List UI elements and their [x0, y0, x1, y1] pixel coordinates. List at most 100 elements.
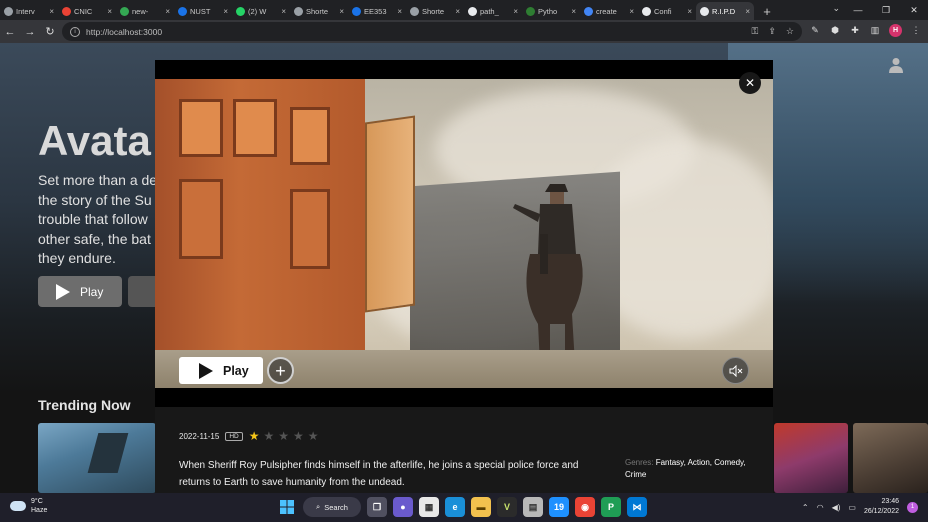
tab-close-icon[interactable]: × [165, 7, 170, 16]
tab-search-icon[interactable]: ⌄ [832, 3, 840, 14]
tab-close-icon[interactable]: × [397, 7, 402, 16]
tab-close-icon[interactable]: × [513, 7, 518, 16]
trailer-frame [155, 79, 773, 388]
add-to-list-button[interactable]: + [267, 357, 294, 384]
site-info-icon[interactable]: i [70, 26, 80, 37]
puzzle-extensions-icon[interactable]: ✚ [849, 23, 861, 37]
browser-tab[interactable]: Shorte × [406, 2, 464, 20]
taskbar-clock[interactable]: 23:46 26/12/2022 [864, 497, 899, 517]
browser-tab[interactable]: create × [580, 2, 638, 20]
browser-tab[interactable]: Pytho × [522, 2, 580, 20]
battery-icon[interactable]: ▭ [848, 503, 856, 512]
weather-widget[interactable]: 9°C Haze [10, 497, 47, 515]
calendar-app-icon[interactable]: 19 [549, 497, 569, 517]
browser-tab[interactable]: Confi × [638, 2, 696, 20]
tab-close-icon[interactable]: × [339, 7, 344, 16]
tab-close-icon[interactable]: × [745, 7, 750, 16]
tab-close-icon[interactable]: × [571, 7, 576, 16]
tab-close-icon[interactable]: × [687, 7, 692, 16]
key-icon[interactable]: ⚿ [752, 26, 759, 37]
browser-tab[interactable]: NUST × [174, 2, 232, 20]
share-icon[interactable]: ⇪ [768, 26, 776, 37]
wa-favicon-icon [236, 6, 245, 16]
train-wagon [155, 79, 415, 354]
globe-favicon-icon [294, 6, 303, 16]
minimize-icon[interactable]: — [844, 0, 872, 20]
browser-tab[interactable]: CNIC × [58, 2, 116, 20]
windows-start-icon[interactable] [277, 497, 297, 517]
tab-label: EE353 [364, 6, 387, 16]
tab-close-icon[interactable]: × [107, 7, 112, 16]
close-window-icon[interactable]: ✕ [900, 0, 928, 20]
browser-tab[interactable]: (2) W × [232, 2, 290, 20]
tab-close-icon[interactable]: × [49, 7, 54, 16]
browser-tab[interactable]: path_ × [464, 2, 522, 20]
hero-more-info-button[interactable] [128, 276, 158, 307]
address-bar[interactable]: i http://localhost:3000 ⚿ ⇪ ☆ [62, 22, 802, 41]
new-tab-button[interactable]: + [758, 2, 776, 20]
notification-badge[interactable]: 1 [907, 501, 918, 513]
browser-tab[interactable]: EE353 × [348, 2, 406, 20]
vim-icon[interactable]: V [497, 497, 517, 517]
profile-avatar[interactable]: H [889, 23, 902, 37]
K-favicon-icon [700, 6, 709, 16]
vscode-icon[interactable]: ⋈ [627, 497, 647, 517]
modal-play-button[interactable]: Play [179, 357, 263, 384]
chrome-menu-icon[interactable]: ⋮ [910, 23, 922, 37]
extension-icon[interactable]: ⬢ [829, 23, 841, 37]
tab-strip: Interv × CNIC × new- × NUST × (2) W × Shorte × EE353… [0, 0, 928, 20]
quality-badge: HD [225, 431, 243, 441]
weather-condition: Haze [31, 507, 48, 514]
tab-close-icon[interactable]: × [455, 7, 460, 16]
tab-close-icon[interactable]: × [281, 7, 286, 16]
trending-thumbnail[interactable] [853, 423, 928, 493]
hero-description-line: Set more than a de [38, 172, 158, 188]
genres-label: Genres: [625, 458, 654, 467]
movie-meta-row: 2022-11-15 HD ★ ★ ★ ★ ★ [179, 429, 319, 443]
user-account-icon[interactable] [889, 57, 903, 73]
pen-extension-icon[interactable]: ✎ [809, 23, 821, 37]
mute-toggle-button[interactable] [722, 357, 749, 384]
edge-icon[interactable]: e [445, 497, 465, 517]
trending-thumbnail[interactable] [774, 423, 848, 493]
play-icon [56, 283, 70, 300]
weather-cloud-icon [10, 501, 26, 511]
wifi-icon[interactable]: ◠ [817, 503, 824, 512]
browser-tab[interactable]: new- × [116, 2, 174, 20]
globe-favicon-icon [410, 6, 419, 16]
tab-label: Shorte [306, 6, 329, 16]
close-modal-button[interactable]: ✕ [739, 72, 761, 94]
hero-description-line: the story of the Su [38, 191, 152, 208]
windows-taskbar: 9°C Haze ⌕ Search ❐ ● ▦ e ▬ V ▤ 19 ◉ P ⋈… [0, 493, 928, 522]
maximize-icon[interactable]: ❐ [872, 0, 900, 20]
side-panel-icon[interactable]: ▥ [869, 23, 881, 37]
hero-play-button[interactable]: Play [38, 276, 122, 307]
star-icon: ★ [278, 429, 290, 443]
volume-icon[interactable]: ◀) [832, 503, 841, 512]
trending-thumbnail[interactable] [38, 423, 156, 493]
trailer-player[interactable]: ✕ Play + [155, 60, 773, 407]
taskbar-search-button[interactable]: ⌕ Search [303, 497, 361, 517]
browser-tab[interactable]: Shorte × [290, 2, 348, 20]
bookmark-star-icon[interactable]: ☆ [786, 26, 794, 37]
tab-close-icon[interactable]: × [223, 7, 228, 16]
chrome-icon[interactable]: ◉ [575, 497, 595, 517]
forward-icon[interactable]: → [20, 22, 40, 42]
file-explorer-icon[interactable]: ▬ [471, 497, 491, 517]
tab-label: Pytho [538, 6, 558, 16]
back-icon[interactable]: ← [0, 22, 20, 42]
browser-tab[interactable]: R.I.P.D × [696, 2, 754, 20]
rating-stars: ★ ★ ★ ★ ★ [249, 429, 319, 443]
tab-close-icon[interactable]: × [629, 7, 634, 16]
pycharm-icon[interactable]: P [601, 497, 621, 517]
app-icon[interactable]: ▤ [523, 497, 543, 517]
chat-icon[interactable]: ● [393, 497, 413, 517]
reload-icon[interactable]: ↻ [40, 22, 60, 42]
tab-label: Interv [16, 6, 35, 16]
task-view-icon[interactable]: ❐ [367, 497, 387, 517]
store-icon[interactable]: ▦ [419, 497, 439, 517]
tray-overflow-icon[interactable]: ⌃ [802, 503, 809, 512]
browser-tab[interactable]: Interv × [0, 2, 58, 20]
star-icon: ★ [248, 429, 260, 443]
M-favicon-icon [62, 6, 71, 16]
